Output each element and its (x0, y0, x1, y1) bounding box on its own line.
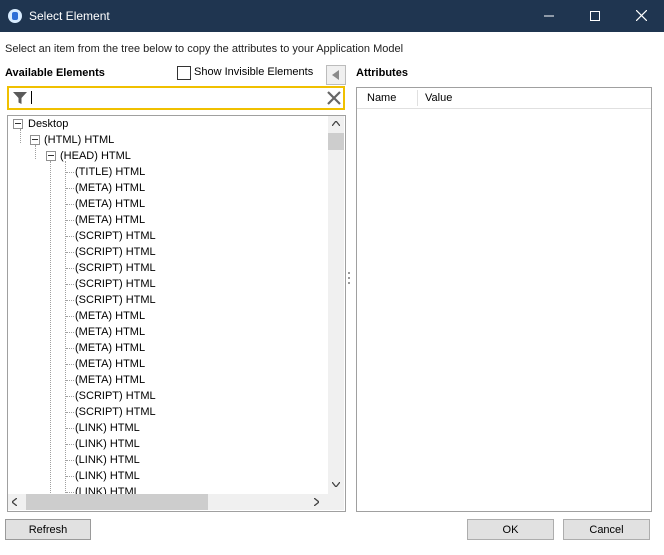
app-icon (8, 9, 22, 23)
tree-node-label: (SCRIPT) HTML (75, 390, 156, 402)
tree-node-label: (SCRIPT) HTML (75, 406, 156, 418)
tree-branch-line (66, 396, 74, 397)
tree-node-label: (META) HTML (75, 342, 146, 354)
title-bar: Select Element (0, 0, 664, 32)
column-header-name[interactable]: Name (367, 88, 396, 108)
refresh-button[interactable]: Refresh (5, 519, 91, 540)
tree-node-label: (SCRIPT) HTML (75, 278, 156, 290)
scroll-right-icon[interactable] (314, 498, 319, 506)
tree-branch-line (66, 412, 74, 413)
available-elements-label: Available Elements (5, 67, 105, 79)
panel-splitter[interactable] (348, 272, 350, 300)
window-title: Select Element (29, 9, 110, 23)
attributes-label: Attributes (356, 67, 408, 79)
tree-branch-line (66, 476, 74, 477)
tree-node-label: (META) HTML (75, 358, 146, 370)
minimize-icon (544, 15, 554, 17)
cancel-button[interactable]: Cancel (563, 519, 650, 540)
tree-horizontal-scrollbar[interactable] (8, 494, 328, 510)
tree-branch-line (66, 172, 74, 173)
tree-branch-line (66, 188, 74, 189)
tree-node-label: (META) HTML (75, 310, 146, 322)
horizontal-scroll-thumb[interactable] (26, 494, 208, 510)
tree-guide-line (50, 161, 51, 494)
tree-content: Desktop (HTML) HTML (HEAD) HTML (TITLE) … (8, 116, 328, 494)
tree-node-label: (META) HTML (75, 326, 146, 338)
tree-node-label: (LINK) HTML (75, 486, 140, 494)
tree-branch-line (66, 380, 74, 381)
tree-node-label: (SCRIPT) HTML (75, 230, 156, 242)
maximize-button[interactable] (572, 0, 618, 32)
tree-branch-line (66, 492, 74, 493)
tree-branch-line (66, 444, 74, 445)
close-button[interactable] (618, 0, 664, 32)
tree-branch-line (66, 268, 74, 269)
element-tree[interactable]: Desktop (HTML) HTML (HEAD) HTML (TITLE) … (7, 115, 346, 512)
instruction-text: Select an item from the tree below to co… (5, 43, 404, 55)
tree-node-label: (HTML) HTML (44, 134, 115, 146)
tree-branch-line (66, 252, 74, 253)
tree-branch-line (66, 284, 74, 285)
tree-branch-line (66, 364, 74, 365)
tree-branch-line (66, 236, 74, 237)
tree-node-label: (SCRIPT) HTML (75, 294, 156, 306)
tree-node-label: (LINK) HTML (75, 438, 140, 450)
text-caret (31, 91, 32, 104)
tree-guide-line (35, 145, 36, 159)
attributes-header: Name Value (357, 88, 651, 109)
clear-filter-icon[interactable] (327, 91, 341, 105)
filter-icon (13, 92, 27, 104)
tree-node-label: (LINK) HTML (75, 422, 140, 434)
vertical-scroll-thumb[interactable] (328, 133, 344, 150)
collapse-expander-icon[interactable] (46, 151, 56, 161)
scroll-up-icon[interactable] (332, 121, 340, 126)
tree-node-label: (META) HTML (75, 214, 146, 226)
tree-node-label: (LINK) HTML (75, 470, 140, 482)
tree-node-label: (META) HTML (75, 198, 146, 210)
scroll-left-icon[interactable] (12, 498, 17, 506)
tree-branch-line (66, 316, 74, 317)
column-divider[interactable] (417, 90, 418, 106)
filter-input[interactable] (7, 86, 345, 110)
tree-node-label: (META) HTML (75, 182, 146, 194)
column-header-value[interactable]: Value (425, 88, 452, 108)
tree-branch-line (66, 220, 74, 221)
tree-branch-line (66, 204, 74, 205)
scrollbar-corner (328, 494, 344, 510)
show-invisible-checkbox[interactable] (177, 66, 191, 80)
tree-vertical-scrollbar[interactable] (328, 116, 344, 494)
maximize-icon (590, 11, 600, 21)
tree-node-label: (TITLE) HTML (75, 166, 146, 178)
tree-node-label: (SCRIPT) HTML (75, 262, 156, 274)
tree-node-label: (LINK) HTML (75, 454, 140, 466)
collapse-expander-icon[interactable] (13, 119, 23, 129)
tree-branch-line (66, 348, 74, 349)
show-invisible-label: Show Invisible Elements (194, 66, 314, 78)
tree-node-label: Desktop (28, 118, 69, 130)
tree-node-label: (SCRIPT) HTML (75, 246, 156, 258)
collapse-expander-icon[interactable] (30, 135, 40, 145)
scroll-down-icon[interactable] (332, 482, 340, 487)
minimize-button[interactable] (526, 0, 572, 32)
tree-guide-line (20, 129, 21, 143)
tree-branch-line (66, 428, 74, 429)
collapse-panel-button[interactable] (326, 65, 346, 85)
tree-node-label: (HEAD) HTML (60, 150, 131, 162)
close-icon (635, 9, 647, 22)
tree-branch-line (66, 460, 74, 461)
ok-button[interactable]: OK (467, 519, 554, 540)
attributes-grid[interactable]: Name Value (356, 87, 652, 512)
tree-branch-line (66, 300, 74, 301)
tree-node-label: (META) HTML (75, 374, 146, 386)
tree-branch-line (66, 332, 74, 333)
